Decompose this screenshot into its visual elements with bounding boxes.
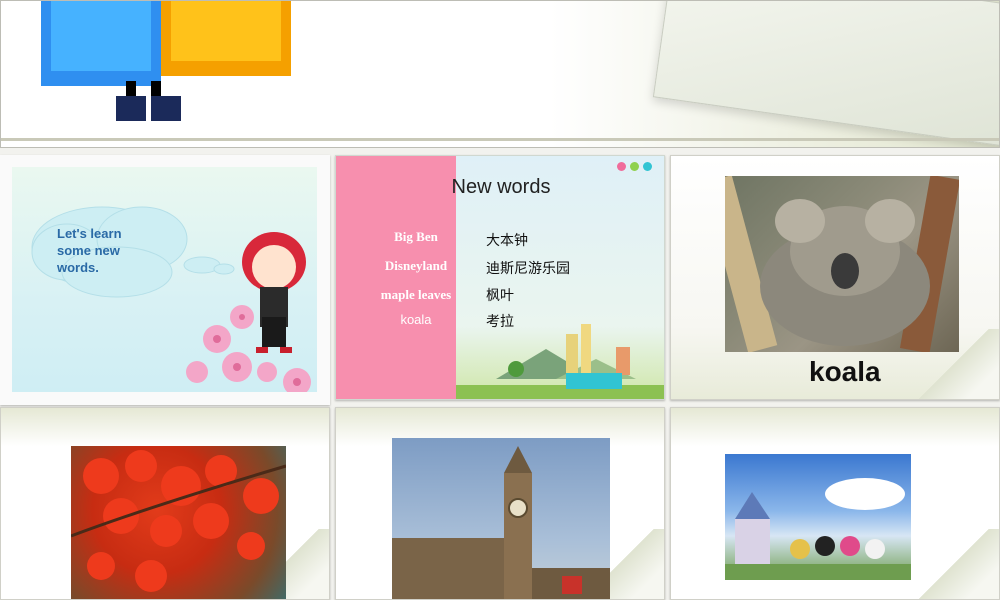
cloud-and-girl-illustration: [31, 206, 311, 392]
big-ben-illustration: [392, 446, 610, 599]
koala-illustration: [702, 174, 961, 354]
slide-new-words[interactable]: New words Big Ben 大本钟 Disneyland 迪斯尼游乐园 …: [335, 155, 665, 400]
word-zh-disneyland: 迪斯尼游乐园: [486, 261, 570, 277]
notebook-graphic: [652, 1, 999, 147]
teal-block: [566, 373, 622, 389]
disneyland-photo: [725, 454, 911, 580]
pixel-art-character: [41, 1, 291, 121]
slide-koala[interactable]: koala: [670, 155, 1000, 400]
word-zh-big-ben: 大本钟: [486, 233, 528, 249]
ground-strip: [456, 385, 664, 399]
page-curl: [909, 529, 999, 599]
disneyland-illustration: [725, 478, 911, 580]
koala-photo: [702, 174, 961, 354]
maple-illustration: [70, 450, 287, 592]
slide-top-banner[interactable]: [0, 0, 1000, 148]
slide-big-ben[interactable]: [335, 407, 665, 600]
maple-leaves-photo: [70, 446, 287, 599]
word-en-disneyland: Disneyland: [384, 258, 448, 273]
slide-background: [12, 167, 317, 392]
landscape-illustration: [496, 324, 636, 379]
big-ben-photo: [392, 438, 610, 599]
slide-disneyland[interactable]: [670, 407, 1000, 600]
koala-caption: koala: [809, 356, 881, 387]
cloud-text: Let's learn some new words.: [57, 226, 122, 275]
decor-dots: [617, 162, 652, 171]
banner-rule: [1, 138, 999, 141]
slide-lets-learn[interactable]: Let's learn some new words.: [0, 155, 330, 405]
word-en-big-ben: Big Ben: [394, 229, 438, 244]
word-en-maple-leaves: maple leaves: [380, 287, 452, 302]
slide-title: New words: [451, 176, 551, 198]
word-zh-maple-leaves: 枫叶: [486, 288, 514, 304]
slide-maple-leaves[interactable]: [0, 407, 330, 600]
